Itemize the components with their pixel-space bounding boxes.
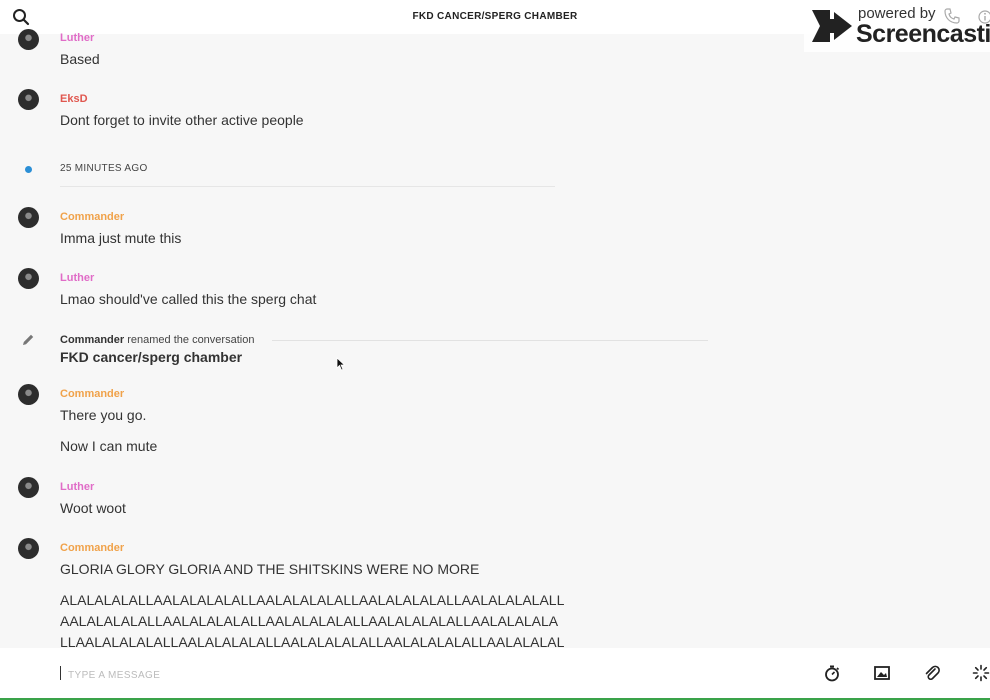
avatar[interactable] [18, 29, 39, 50]
avatar[interactable] [18, 207, 39, 228]
phone-icon[interactable] [944, 8, 960, 24]
sparkle-icon[interactable] [972, 664, 990, 682]
message-author[interactable]: Commander [60, 211, 124, 223]
message-text: Woot woot [60, 500, 126, 516]
message-text: There you go. [60, 407, 147, 423]
screencastify-watermark: powered by Screencastify [804, 0, 990, 52]
avatar[interactable] [18, 268, 39, 289]
paperclip-icon[interactable] [923, 664, 941, 682]
rename-event-line: Commander renamed the conversation [60, 334, 254, 346]
message-author[interactable]: Commander [60, 542, 124, 554]
message-text: GLORIA GLORY GLORIA AND THE SHITSKINS WE… [60, 561, 480, 577]
time-divider-line [60, 186, 555, 187]
message-author[interactable]: Luther [60, 272, 94, 284]
message-author[interactable]: Commander [60, 388, 124, 400]
text-caret [60, 666, 61, 680]
message-input[interactable] [66, 665, 570, 685]
watermark-brand: Screencastify [856, 20, 990, 48]
message-text: ALALALALALLAALALALALALLAALALALALALLAALAL… [60, 592, 565, 608]
time-divider-dot [25, 166, 32, 173]
message-text: Dont forget to invite other active peopl… [60, 112, 304, 128]
message-text: Lmao should've called this the sperg cha… [60, 291, 317, 307]
message-text: Now I can mute [60, 438, 158, 454]
rename-divider [272, 340, 708, 341]
message-text: Imma just mute this [60, 230, 182, 246]
avatar[interactable] [18, 384, 39, 405]
image-icon[interactable] [873, 664, 891, 682]
message-author[interactable]: EksD [60, 93, 88, 105]
message-text: Based [60, 51, 100, 67]
rename-actor[interactable]: Commander [60, 334, 124, 346]
message-text: LLAALALALALALLAALALALALALLAALALALALALLAA… [60, 634, 565, 648]
mouse-cursor-icon [336, 357, 346, 371]
screencastify-logo-icon [812, 10, 852, 42]
time-divider-label: 25 MINUTES AGO [60, 163, 148, 174]
avatar[interactable] [18, 538, 39, 559]
rename-new-name: FKD cancer/sperg chamber [60, 349, 243, 365]
avatar[interactable] [18, 477, 39, 498]
message-composer [0, 648, 990, 700]
message-author[interactable]: Luther [60, 481, 94, 493]
timer-icon[interactable] [823, 664, 841, 682]
message-text: AALALALALALLAALALALALALLAALALALALALLAALA… [60, 613, 559, 629]
avatar[interactable] [18, 89, 39, 110]
pencil-icon [23, 334, 34, 345]
info-icon[interactable] [978, 10, 990, 24]
message-author[interactable]: Luther [60, 32, 94, 44]
rename-action: renamed the conversation [127, 334, 255, 346]
